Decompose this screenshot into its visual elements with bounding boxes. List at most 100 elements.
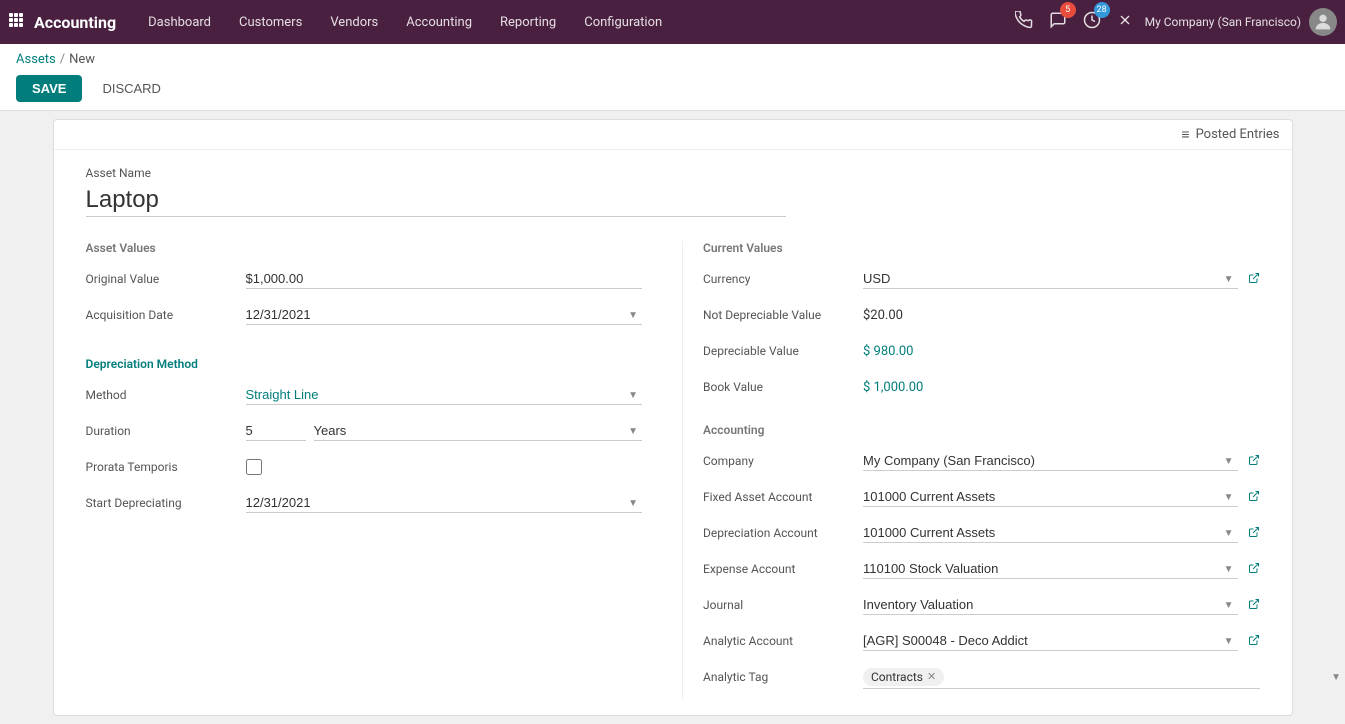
acquisition-date-input[interactable] [246, 305, 643, 325]
start-depreciating-label: Start Depreciating [86, 496, 246, 510]
breadcrumb-parent[interactable]: Assets [16, 52, 56, 67]
company-row: Company My Company (San Francisco) ▼ [703, 447, 1260, 475]
depreciable-label: Depreciable Value [703, 344, 863, 358]
expense-account-label: Expense Account [703, 562, 863, 576]
method-label: Method [86, 388, 246, 402]
nav-configuration[interactable]: Configuration [572, 9, 674, 36]
asset-name-input[interactable] [86, 184, 786, 217]
app-brand: Accounting [34, 13, 116, 32]
form-card: ≡ Posted Entries Asset Name Asset Values… [53, 119, 1293, 716]
analytic-tag-label: Analytic Tag [703, 670, 863, 684]
book-value-label: Book Value [703, 380, 863, 394]
not-depreciable-value: $20.00 [863, 308, 903, 323]
depreciation-account-external-link[interactable] [1248, 526, 1260, 541]
expense-account-select[interactable]: 110100 Stock Valuation [863, 559, 1238, 579]
nav-vendors[interactable]: Vendors [318, 9, 390, 36]
depreciable-row: Depreciable Value $ 980.00 [703, 337, 1260, 365]
form-left: Asset Values Original Value Acquisition … [86, 241, 683, 699]
not-depreciable-label: Not Depreciable Value [703, 308, 863, 322]
currency-label: Currency [703, 272, 863, 286]
depreciable-field: $ 980.00 [863, 344, 1260, 359]
discard-button[interactable]: DISCARD [90, 75, 173, 102]
posted-entries-button[interactable]: ≡ Posted Entries [1181, 126, 1279, 143]
journal-external-link[interactable] [1248, 598, 1260, 613]
journal-label: Journal [703, 598, 863, 612]
main-area: ≡ Posted Entries Asset Name Asset Values… [0, 111, 1345, 724]
topnav-right: 5 28 My Company (San Francisco) [1011, 7, 1337, 37]
depreciable-value: $ 980.00 [863, 344, 914, 359]
journal-row: Journal Inventory Valuation ▼ [703, 591, 1260, 619]
clock-badge: 28 [1094, 2, 1110, 18]
accounting-title: Accounting [703, 423, 1260, 437]
fixed-asset-external-link[interactable] [1248, 490, 1260, 505]
analytic-tag-arrow: ▼ [1331, 672, 1341, 683]
fixed-asset-label: Fixed Asset Account [703, 490, 863, 504]
nav-accounting[interactable]: Accounting [394, 9, 484, 36]
currency-select[interactable]: USD EUR [863, 269, 1238, 289]
start-depreciating-field: ▼ [246, 493, 643, 513]
messages-badge: 5 [1060, 2, 1076, 18]
depreciation-account-select[interactable]: 101000 Current Assets [863, 523, 1238, 543]
form-right: Current Values Currency USD EUR ▼ [682, 241, 1260, 699]
analytic-account-input[interactable] [863, 631, 1238, 651]
start-depreciating-row: Start Depreciating ▼ [86, 489, 643, 517]
not-depreciable-row: Not Depreciable Value $20.00 [703, 301, 1260, 329]
duration-label: Duration [86, 424, 246, 438]
asset-name-label: Asset Name [86, 166, 1260, 180]
acquisition-date-label: Acquisition Date [86, 308, 246, 322]
form-body: Asset Values Original Value Acquisition … [54, 225, 1292, 715]
close-icon[interactable] [1113, 8, 1137, 36]
asset-name-section: Asset Name [54, 150, 1292, 225]
book-value: $ 1,000.00 [863, 380, 923, 395]
journal-select[interactable]: Inventory Valuation [863, 595, 1238, 615]
analytic-account-field: ▼ [863, 631, 1260, 651]
original-value-input[interactable] [246, 269, 643, 289]
acquisition-date-field: ▼ [246, 305, 643, 325]
not-depreciable-field: $20.00 [863, 308, 1260, 323]
messages-icon-wrap[interactable]: 5 [1045, 7, 1071, 37]
fixed-asset-select[interactable]: 101000 Current Assets [863, 487, 1238, 507]
method-field: Straight Line Declining Balance ▼ [246, 385, 643, 405]
grid-icon[interactable] [8, 12, 24, 32]
nav-reporting[interactable]: Reporting [488, 9, 568, 36]
fixed-asset-row: Fixed Asset Account 101000 Current Asset… [703, 483, 1260, 511]
page-header: Assets / New SAVE DISCARD [0, 44, 1345, 111]
method-select[interactable]: Straight Line Declining Balance [246, 385, 643, 405]
prorata-field [246, 459, 643, 475]
user-avatar[interactable] [1309, 8, 1337, 36]
clock-icon-wrap[interactable]: 28 [1079, 7, 1105, 37]
nav-dashboard[interactable]: Dashboard [136, 9, 223, 36]
company-select[interactable]: My Company (San Francisco) [863, 451, 1238, 471]
fixed-asset-field: 101000 Current Assets ▼ [863, 487, 1260, 507]
nav-customers[interactable]: Customers [227, 9, 314, 36]
original-value-row: Original Value [86, 265, 643, 293]
prorata-checkbox[interactable] [246, 459, 262, 475]
expense-account-row: Expense Account 110100 Stock Valuation ▼ [703, 555, 1260, 583]
analytic-tag-field: Contracts ✕ ▼ [863, 666, 1260, 689]
start-depreciating-input[interactable] [246, 493, 643, 513]
journal-field: Inventory Valuation ▼ [863, 595, 1260, 615]
company-label: Company [703, 454, 863, 468]
analytic-account-label: Analytic Account [703, 634, 863, 648]
company-name: My Company (San Francisco) [1145, 15, 1301, 29]
current-values-title: Current Values [703, 241, 1260, 255]
duration-row: Duration Years Months ▼ [86, 417, 643, 445]
depreciation-account-row: Depreciation Account 101000 Current Asse… [703, 519, 1260, 547]
currency-row: Currency USD EUR ▼ [703, 265, 1260, 293]
analytic-account-row: Analytic Account ▼ [703, 627, 1260, 655]
action-buttons: SAVE DISCARD [16, 75, 1329, 102]
duration-number-input[interactable] [246, 421, 306, 441]
nav-items: Dashboard Customers Vendors Accounting R… [136, 9, 1010, 36]
acquisition-date-row: Acquisition Date ▼ [86, 301, 643, 329]
phone-icon[interactable] [1011, 7, 1037, 37]
company-external-link[interactable] [1248, 454, 1260, 469]
analytic-tag-row: Analytic Tag Contracts ✕ ▼ [703, 663, 1260, 691]
currency-external-link[interactable] [1248, 272, 1260, 287]
save-button[interactable]: SAVE [16, 75, 82, 102]
analytic-tag-remove[interactable]: ✕ [927, 670, 936, 683]
analytic-account-external-link[interactable] [1248, 634, 1260, 649]
expense-account-external-link[interactable] [1248, 562, 1260, 577]
expense-account-field: 110100 Stock Valuation ▼ [863, 559, 1260, 579]
prorata-label: Prorata Temporis [86, 460, 246, 474]
duration-unit-select[interactable]: Years Months [314, 421, 643, 441]
